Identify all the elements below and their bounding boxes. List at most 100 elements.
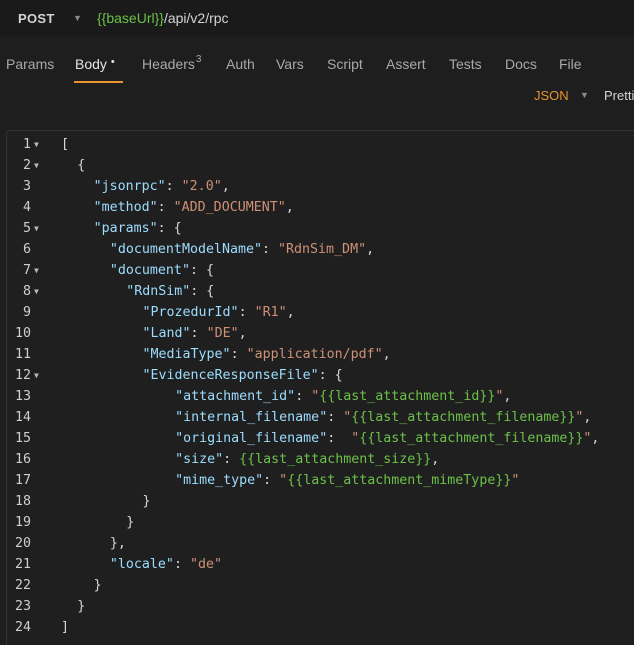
code-token: "RdnSim_DM": [278, 242, 367, 257]
fold-caret-icon[interactable]: ▼: [34, 218, 39, 239]
code-token: ,: [285, 200, 294, 215]
code-content: "Land": "DE",: [143, 323, 247, 344]
code-token: "attachment_id": [175, 389, 296, 404]
chevron-down-icon[interactable]: ▼: [73, 0, 82, 36]
tab-label: Assert: [386, 56, 426, 72]
code-token: "locale": [109, 557, 174, 572]
body-mode-select[interactable]: JSON: [534, 88, 569, 106]
code-editor[interactable]: 1 ▼[2 ▼{3 "jsonrpc": "2.0", 4 "method": "ADD_…: [6, 130, 634, 645]
code-token: "mime_type": [175, 473, 264, 488]
code-token: "RdnSim": [126, 284, 191, 299]
fold-caret-icon[interactable]: ▼: [34, 281, 39, 302]
tab-file[interactable]: File: [559, 56, 582, 72]
code-token: :: [262, 242, 279, 257]
tab-assert[interactable]: Assert: [386, 56, 426, 72]
code-line: 9 "ProzedurId": "R1",: [7, 302, 634, 323]
url-bar: POST ▼ {{baseUrl}}/api/v2/rpc: [0, 0, 634, 36]
code-token: :: [230, 347, 247, 362]
code-token: {{last_attachment_size}}: [239, 452, 432, 467]
active-tab-indicator: [74, 81, 123, 83]
tab-params[interactable]: Params: [6, 56, 54, 72]
fold-caret-icon[interactable]: ▼: [34, 365, 39, 386]
code-line: 17 "mime_type": "{{last_attachment_mimeTy…: [7, 470, 634, 491]
code-line: 11 "MediaType": "application/pdf",: [7, 344, 634, 365]
code-line: 21 "locale": "de": [7, 554, 634, 575]
code-content: {: [77, 155, 85, 176]
code-token: "MediaType": [142, 347, 231, 362]
request-editor-window: POST ▼ {{baseUrl}}/api/v2/rpc Params Bod…: [0, 0, 634, 645]
line-number: 5: [22, 221, 31, 236]
code-token: "jsonrpc": [93, 179, 166, 194]
line-number: 24: [14, 620, 31, 635]
code-content: "documentModelName": "RdnSim_DM",: [110, 239, 374, 260]
url-variable: {{baseUrl}}: [97, 10, 164, 26]
tab-docs[interactable]: Docs: [505, 56, 537, 72]
line-number: 10: [14, 326, 31, 341]
code-line: 24]: [7, 617, 634, 638]
code-token: "ADD_DOCUMENT": [173, 200, 286, 215]
code-line: 18}: [7, 491, 634, 512]
code-token: ]: [61, 620, 70, 635]
line-number: 9: [22, 305, 31, 320]
tab-label: Tests: [449, 56, 482, 72]
code-token: : {: [318, 368, 343, 383]
code-content: "locale": "de": [110, 554, 222, 575]
code-content: },: [110, 533, 126, 554]
code-line: 20},: [7, 533, 634, 554]
url-path: /api/v2/rpc: [163, 10, 229, 26]
code-line: 13 "attachment_id": "{{last_attachment_id…: [7, 386, 634, 407]
code-token: :: [295, 389, 312, 404]
code-token: ,: [583, 410, 592, 425]
code-token: :: [165, 179, 182, 194]
line-number: 23: [14, 599, 31, 614]
code-line: 22}: [7, 575, 634, 596]
tab-vars[interactable]: Vars: [276, 56, 304, 72]
method-select[interactable]: POST: [18, 0, 55, 36]
code-token: {{last_attachment_mimeType}}: [287, 473, 512, 488]
tab-headers[interactable]: Headers3: [142, 54, 201, 72]
code-line: 10 "Land": "DE",: [7, 323, 634, 344]
code-content: "internal_filename": "{{last_attachment_…: [175, 407, 591, 428]
tab-label: Body: [75, 56, 107, 72]
code-line: 7 ▼ "document": {: [7, 260, 634, 281]
prettify-button[interactable]: Prettify: [604, 88, 634, 103]
code-token: ": [279, 473, 288, 488]
code-content: "jsonrpc": "2.0",: [94, 176, 230, 197]
line-number: 19: [14, 515, 31, 530]
code-token: },: [109, 536, 126, 551]
url-input[interactable]: {{baseUrl}}/api/v2/rpc: [97, 0, 229, 36]
tab-script[interactable]: Script: [327, 56, 363, 72]
method-label: POST: [18, 10, 55, 26]
code-content: }: [143, 491, 151, 512]
code-token: :: [190, 326, 207, 341]
code-token: "DE": [206, 326, 239, 341]
code-token: ,: [286, 305, 295, 320]
code-token: "application/pdf": [246, 347, 383, 362]
code-line: 14 "internal_filename": "{{last_attachmen…: [7, 407, 634, 428]
tab-body[interactable]: Body •: [75, 56, 115, 72]
code-line: 6 "documentModelName": "RdnSim_DM",: [7, 239, 634, 260]
tab-label: Docs: [505, 56, 537, 72]
code-token: ,: [221, 179, 230, 194]
code-token: ,: [431, 452, 440, 467]
code-content: "params": {: [94, 218, 182, 239]
code-token: {{last_attachment_filename}}: [351, 410, 576, 425]
code-line: 8 ▼ "RdnSim": {: [7, 281, 634, 302]
code-content: "document": {: [110, 260, 214, 281]
code-token: }: [126, 515, 135, 530]
chevron-down-icon[interactable]: ▼: [580, 90, 589, 100]
code-token: "size": [175, 452, 224, 467]
tab-tests[interactable]: Tests: [449, 56, 482, 72]
code-line: 3 "jsonrpc": "2.0",: [7, 176, 634, 197]
tab-auth[interactable]: Auth: [226, 56, 255, 72]
code-token: [: [61, 137, 70, 152]
code-token: ,: [591, 431, 600, 446]
tab-label: Auth: [226, 56, 255, 72]
fold-caret-icon[interactable]: ▼: [34, 260, 39, 281]
fold-caret-icon[interactable]: ▼: [34, 155, 39, 176]
line-number: 20: [14, 536, 31, 551]
fold-caret-icon[interactable]: ▼: [34, 134, 39, 155]
code-content: }: [77, 596, 85, 617]
code-token: ,: [238, 326, 247, 341]
code-token: "original_filename": [175, 431, 328, 446]
